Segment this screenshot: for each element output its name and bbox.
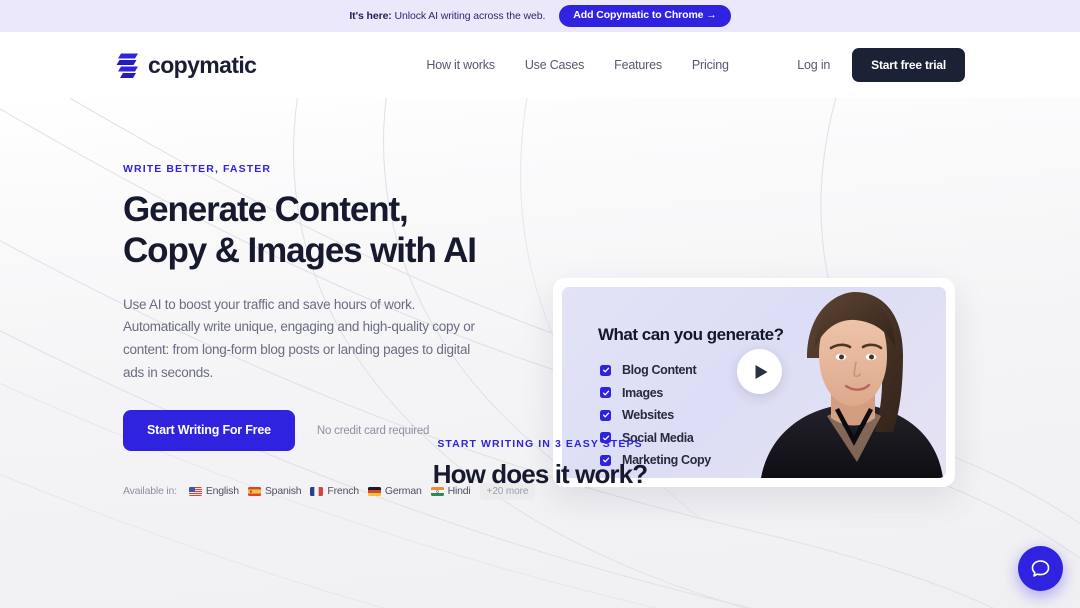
how-it-works-section: START WRITING IN 3 EASY STEPS How does i… [0, 438, 1080, 490]
chat-bubble-icon [1030, 558, 1051, 579]
main-nav: How it works Use Cases Features Pricing [426, 58, 729, 72]
no-credit-card-note: No credit card required [316, 424, 430, 437]
copymatic-stacked-bars-icon [115, 52, 139, 78]
help-chat-beacon-button[interactable] [1018, 546, 1063, 591]
landing-page: It's here: Unlock AI writing across the … [0, 0, 1080, 608]
header-actions: Log in Start free trial [797, 48, 965, 82]
logo[interactable]: copymatic [115, 51, 257, 79]
add-to-chrome-button[interactable]: Add Copymatic to Chrome → [559, 5, 731, 27]
hero-eyebrow: WRITE BETTER, FASTER [123, 163, 271, 175]
announcement-banner: It's here: Unlock AI writing across the … [0, 0, 1080, 32]
nav-item-pricing[interactable]: Pricing [692, 58, 729, 72]
announcement-text-rest: Unlock AI writing across the web. [391, 10, 546, 22]
announcement-text-bold: It's here: [349, 10, 392, 22]
nav-item-how-it-works[interactable]: How it works [426, 58, 495, 72]
hero-section: WRITE BETTER, FASTER Generate Content, C… [0, 98, 1080, 608]
announcement-text: It's here: Unlock AI writing across the … [349, 10, 545, 22]
hero-title-line-2: Copy & Images with AI [123, 231, 477, 271]
how-it-works-title: How does it work? [432, 458, 648, 489]
site-header: copymatic How it works Use Cases Feature… [0, 32, 1080, 98]
nav-item-features[interactable]: Features [614, 58, 662, 72]
hero-description: Use AI to boost your traffic and save ho… [123, 296, 475, 380]
login-link[interactable]: Log in [797, 58, 830, 72]
how-it-works-eyebrow: START WRITING IN 3 EASY STEPS [437, 437, 643, 450]
hero-title: Generate Content, Copy & Images with AI [123, 189, 535, 272]
start-free-trial-button[interactable]: Start free trial [852, 48, 965, 82]
nav-item-use-cases[interactable]: Use Cases [525, 58, 585, 72]
logo-wordmark: copymatic [148, 51, 257, 78]
hero-title-line-1: Generate Content, [123, 190, 409, 229]
